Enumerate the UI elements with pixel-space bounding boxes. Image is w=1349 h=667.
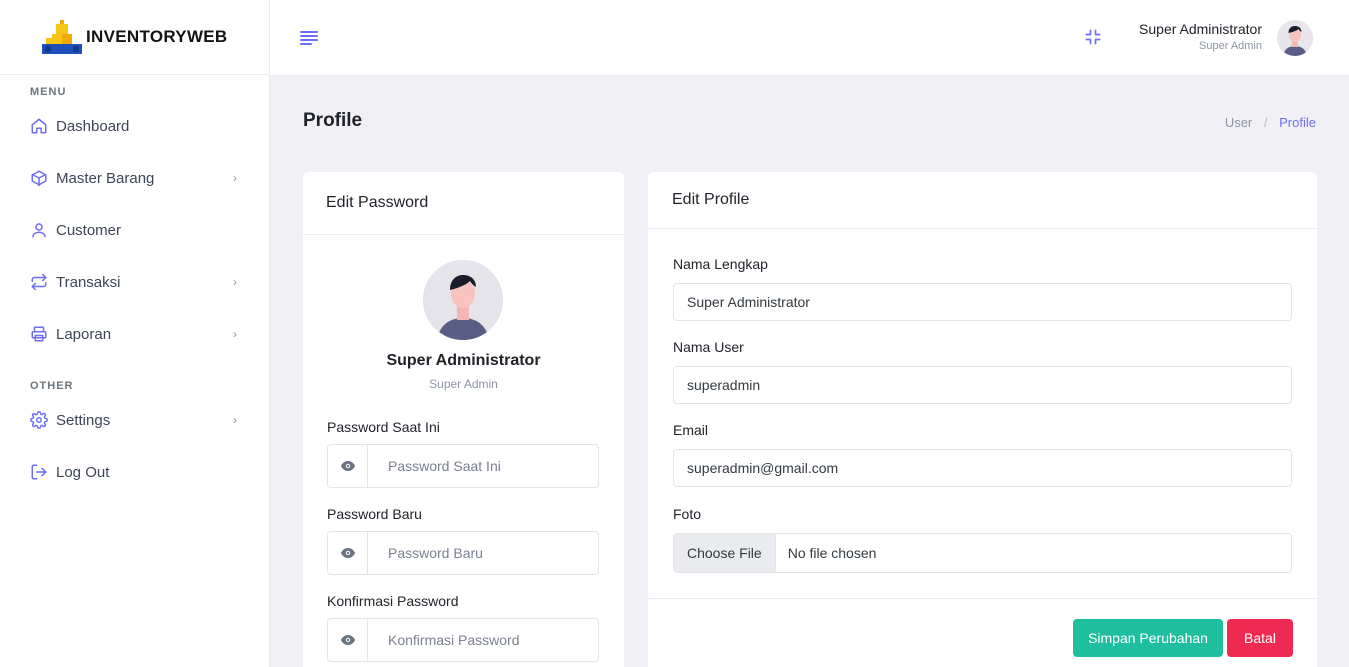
confirm-password-group (327, 618, 599, 662)
home-icon (30, 117, 48, 135)
save-button[interactable]: Simpan Perubahan (1073, 619, 1223, 657)
page-title: Profile (303, 110, 363, 131)
sidebar-item-label: Customer (56, 221, 122, 239)
topbar: Super Administrator Super Admin (270, 0, 1349, 75)
chevron-right-icon: › (233, 275, 237, 289)
edit-profile-card: Edit Profile Nama Lengkap Nama User Emai… (648, 172, 1317, 667)
sidebar-item-label: Log Out (56, 463, 110, 481)
current-password-input[interactable] (368, 445, 598, 487)
file-status: No file chosen (787, 545, 877, 561)
eye-icon[interactable] (328, 619, 368, 661)
email-input[interactable] (673, 449, 1292, 487)
confirm-password-label: Konfirmasi Password (327, 593, 459, 609)
printer-icon (30, 325, 48, 343)
sidebar-item-master-barang[interactable]: Master Barang › (0, 152, 269, 204)
sidebar: INVENTORYWEB MENU Dashboard Master Baran… (0, 0, 270, 667)
gear-icon (30, 411, 48, 429)
sidebar-item-laporan[interactable]: Laporan › (0, 308, 269, 360)
photo-label: Foto (673, 506, 702, 522)
repeat-icon (30, 273, 48, 291)
breadcrumb-item-profile: Profile (1279, 115, 1316, 130)
sidebar-item-transaksi[interactable]: Transaksi › (0, 256, 269, 308)
new-password-input[interactable] (368, 532, 598, 574)
breadcrumb-separator: / (1263, 115, 1268, 130)
sidebar-item-settings[interactable]: Settings › (0, 394, 269, 446)
sidebar-item-logout[interactable]: Log Out (0, 446, 269, 498)
current-password-group (327, 444, 599, 488)
avatar[interactable] (1277, 20, 1313, 56)
main-menu: Dashboard Master Barang › Customer Trans… (0, 100, 269, 360)
profile-avatar (423, 260, 503, 340)
new-password-group (327, 531, 599, 575)
logout-icon (30, 463, 48, 481)
sidebar-item-label: Transaksi (56, 273, 121, 291)
brand-logo-icon (42, 20, 82, 54)
eye-icon[interactable] (328, 532, 368, 574)
breadcrumb: User / Profile (1225, 115, 1316, 130)
new-password-label: Password Baru (327, 506, 422, 522)
user-icon (30, 221, 48, 239)
other-menu: Settings › Log Out (0, 394, 269, 498)
box-icon (30, 169, 48, 187)
choose-file-button[interactable]: Choose File (674, 534, 776, 572)
sidebar-item-label: Dashboard (56, 117, 130, 135)
photo-file-input[interactable]: Choose File No file chosen (673, 533, 1292, 573)
sidebar-item-label: Settings (56, 411, 111, 429)
username-input[interactable] (673, 366, 1292, 404)
chevron-right-icon: › (233, 413, 237, 427)
fullscreen-exit-icon[interactable] (1083, 27, 1103, 47)
brand[interactable]: INVENTORYWEB (0, 0, 269, 75)
breadcrumb-item-user[interactable]: User (1225, 115, 1252, 130)
eye-icon[interactable] (328, 445, 368, 487)
confirm-password-input[interactable] (368, 619, 598, 661)
user-role: Super Admin (1199, 40, 1262, 52)
brand-name: INVENTORYWEB (86, 27, 228, 46)
sidebar-item-customer[interactable]: Customer (0, 204, 269, 256)
profile-role: Super Admin (429, 377, 498, 391)
other-section-title: OTHER (30, 380, 74, 392)
fullname-label: Nama Lengkap (673, 256, 768, 272)
chevron-right-icon: › (233, 327, 237, 341)
cancel-button[interactable]: Batal (1227, 619, 1293, 657)
sidebar-item-label: Master Barang (56, 169, 155, 187)
profile-name: Super Administrator (386, 352, 541, 369)
card-divider (648, 598, 1317, 599)
current-password-label: Password Saat Ini (327, 419, 440, 435)
username-label: Nama User (673, 339, 744, 355)
sidebar-item-dashboard[interactable]: Dashboard (0, 100, 269, 152)
edit-profile-title: Edit Profile (648, 172, 1317, 229)
edit-password-card: Edit Password Super Administrator Super … (303, 172, 624, 667)
menu-section-title: MENU (30, 86, 67, 98)
email-label: Email (673, 422, 709, 438)
fullname-input[interactable] (673, 283, 1292, 321)
sidebar-item-label: Laporan (56, 325, 112, 343)
edit-password-title: Edit Password (303, 172, 624, 235)
menu-toggle-icon[interactable] (300, 29, 320, 45)
user-menu[interactable]: Super Administrator Super Admin (1139, 21, 1262, 52)
chevron-right-icon: › (233, 171, 237, 185)
user-name: Super Administrator (1139, 21, 1262, 37)
